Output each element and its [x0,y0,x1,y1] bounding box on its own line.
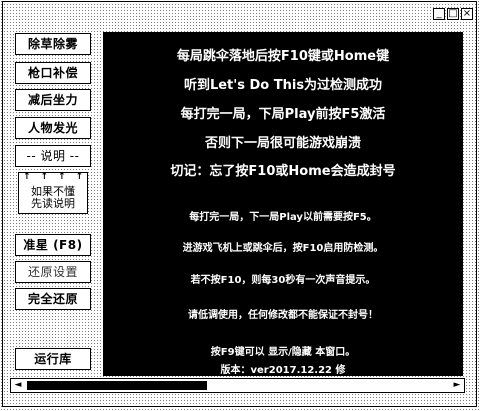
scroll-right-icon[interactable]: ► [451,380,463,391]
instruction-line: 否则下一局很可能游戏崩溃 [204,136,361,151]
restore-settings-button[interactable]: 还原设置 [15,261,91,283]
close-button[interactable]: × [461,8,473,20]
info-panel: 每局跳伞落地后按F10键或Home键 听到Let's Do This为过检测成功… [103,32,463,376]
version-line: 版本：ver2017.12.22 修 [220,365,346,376]
note-line: 请低调使用，任何修改都不能保证不封号！ [188,310,378,321]
note-line: 进游戏飞机上或跳伞后，按F10启用防检测。 [182,243,384,254]
note-line: 若不按F10，则每30秒有一次声音提示。 [190,275,376,286]
maximize-button[interactable]: □ [447,8,459,20]
instruction-line: 每局跳伞落地后按F10键或Home键 [176,49,390,64]
instruction-line: 听到Let's Do This为过检测成功 [183,78,383,93]
scroll-left-icon[interactable]: ◄ [12,380,24,391]
minimize-button[interactable]: _ [433,8,445,20]
instruction-line: 切记：忘了按F10或Home会造成封号 [170,164,396,179]
reduce-recoil-button[interactable]: 减后坐力 [15,89,91,111]
crosshair-button[interactable]: 准星 (F8) [15,234,91,256]
horizontal-scrollbar[interactable]: ◄ ► [10,378,465,393]
scroll-thumb[interactable] [27,381,207,390]
full-restore-button[interactable]: 完全还原 [15,288,91,310]
instruction-line: 每打完一局，下局Play前按F5激活 [180,107,386,122]
up-arrows-icon: ↑ ↑ ↑ ↑ [23,172,83,182]
note-line: 按F9键可以 显示/隐藏 本窗口。 [210,347,356,358]
muzzle-compensation-button[interactable]: 枪口补偿 [15,62,91,84]
runtime-library-button[interactable]: 运行库 [15,348,91,370]
character-glow-button[interactable]: 人物发光 [15,117,91,139]
note-line: 每打完一局，下一局Play以前需要按F5。 [189,212,377,223]
read-instructions-notice: ↑ ↑ ↑ ↑ 如果不懂 先读说明 [18,172,88,214]
notice-text: 如果不懂 先读说明 [31,185,75,210]
remove-grass-fog-button[interactable]: 除草除雾 [15,33,91,55]
instructions-button[interactable]: -- 说明 -- [15,145,91,167]
